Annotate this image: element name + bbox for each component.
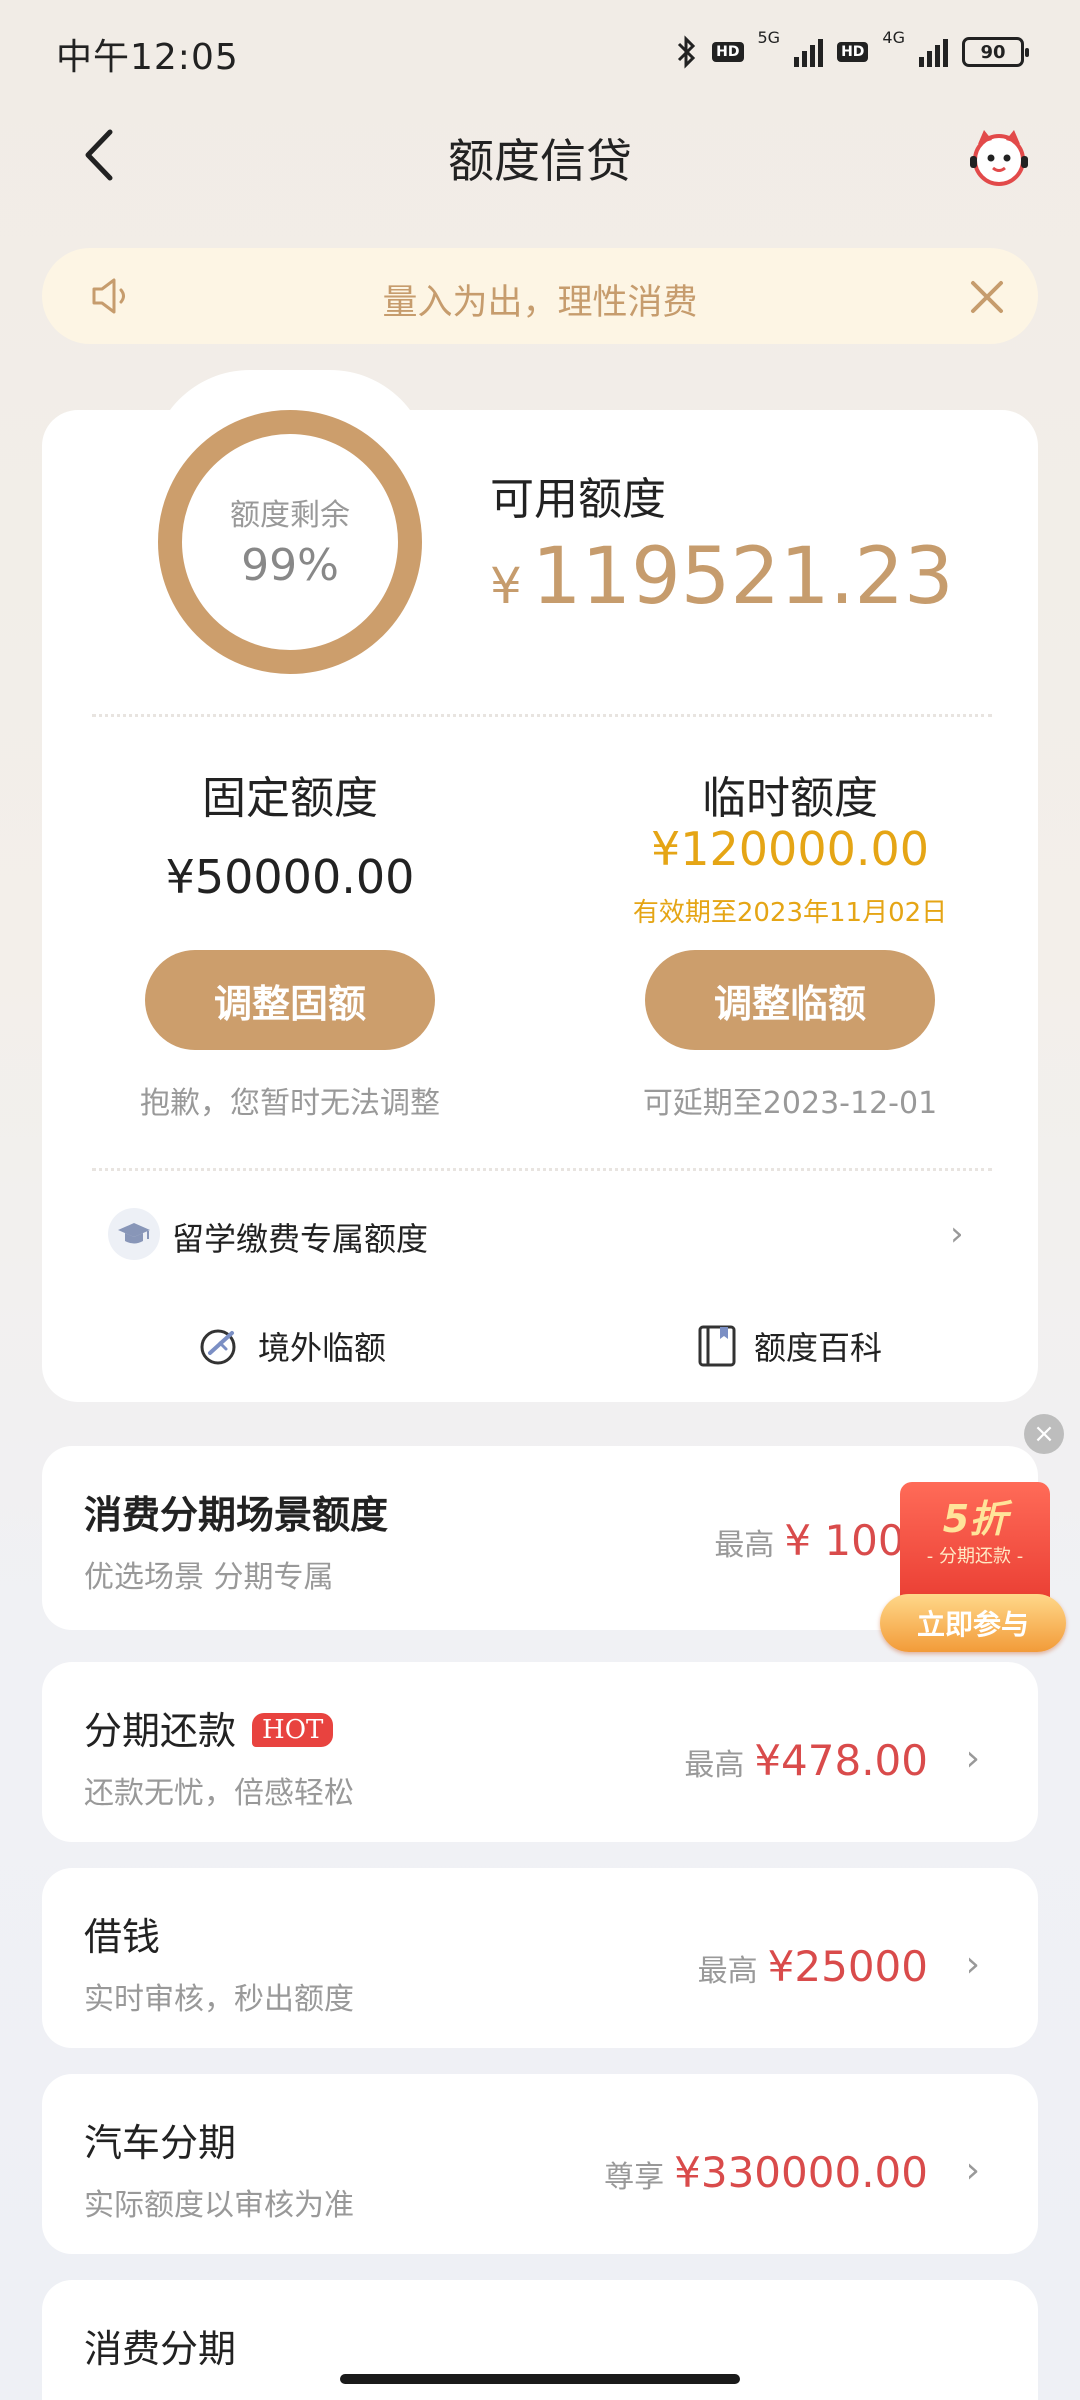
available-amount: 119521.23: [531, 532, 954, 622]
adjust-temporary-credit-button[interactable]: 调整临额: [645, 950, 935, 1050]
available-credit-value: ¥119521.23: [490, 532, 954, 622]
amount-prefix: 最高: [714, 1528, 775, 1563]
amount-value: ¥478.00: [754, 1736, 928, 1785]
study-abroad-credit-label: 留学缴费专属额度: [172, 1220, 429, 1258]
amount-value: ¥330000.00: [674, 2148, 928, 2197]
book-icon: [698, 1325, 736, 1367]
divider: [92, 1168, 992, 1171]
promo-discount: 5折: [942, 1497, 1008, 1541]
customer-service-button[interactable]: [964, 122, 1034, 192]
chevron-right-icon: ›: [965, 1738, 980, 1779]
temporary-credit-note: 可延期至2023-12-01: [642, 1086, 938, 1121]
ring-label: 额度剩余: [230, 498, 350, 533]
customer-service-mascot-icon: [970, 130, 1028, 186]
amount-prefix: 最高: [697, 1954, 758, 1989]
scene-credit-subtitle: 优选场景 分期专属: [84, 1560, 334, 1595]
amount-prefix: 最高: [684, 1748, 745, 1783]
bluetooth-icon: [678, 35, 696, 69]
borrow-money-card[interactable]: 借钱 实时审核，秒出额度 最高 ¥25000 ›: [42, 1868, 1038, 2048]
item-title-text: 分期还款: [84, 1709, 237, 1753]
close-promo-button[interactable]: ×: [1024, 1414, 1064, 1454]
globe-plane-icon: [200, 1329, 236, 1365]
list-item-title: 借钱: [84, 1915, 161, 1959]
hd-badge: HD: [712, 42, 744, 62]
network-4g-label: 4G: [882, 28, 905, 47]
installment-repay-card[interactable]: 分期还款 HOT 还款无忧，倍感轻松 最高 ¥478.00 ›: [42, 1662, 1038, 1842]
fixed-credit-note: 抱歉，您暂时无法调整: [140, 1086, 440, 1121]
ring-percent: 99%: [241, 540, 339, 591]
list-item-title: 消费分期: [84, 2327, 237, 2371]
amount-prefix: 尊享: [604, 2160, 665, 2195]
hot-badge: HOT: [252, 1713, 334, 1747]
signal-icon: [794, 37, 824, 67]
credit-wiki-link[interactable]: 额度百科: [696, 1316, 882, 1376]
overseas-temp-credit-link[interactable]: 境外临额: [196, 1316, 386, 1376]
signal-icon: [919, 37, 948, 67]
chevron-right-icon: ›: [965, 1944, 980, 1985]
chevron-right-icon: ›: [965, 2150, 980, 2191]
network-5g-label: 5G: [757, 28, 781, 47]
fixed-credit-title: 固定额度: [202, 773, 378, 824]
car-installment-card[interactable]: 汽车分期 实际额度以审核为准 尊享 ¥330000.00 ›: [42, 2074, 1038, 2254]
fixed-credit-value: ¥50000.00: [165, 850, 415, 904]
amount-value: ¥25000: [767, 1942, 928, 1991]
list-item-subtitle: 实时审核，秒出额度: [84, 1982, 354, 2017]
battery-icon: 90: [962, 37, 1029, 67]
list-item-amount: 尊享 ¥330000.00: [604, 2148, 928, 2197]
home-indicator[interactable]: [340, 2374, 740, 2384]
list-item-subtitle: 还款无忧，倍感轻松: [84, 1776, 354, 1811]
scene-credit-title: 消费分期场景额度: [84, 1493, 389, 1537]
divider: [92, 714, 992, 717]
temporary-credit-title: 临时额度: [702, 773, 878, 824]
overseas-temp-credit-label: 境外临额: [258, 1329, 387, 1367]
close-icon: ×: [1033, 1419, 1055, 1449]
temporary-credit-validity: 有效期至2023年11月02日: [632, 898, 948, 928]
currency-symbol: ¥: [490, 557, 522, 615]
list-item-amount: 最高 ¥478.00: [684, 1736, 928, 1785]
temporary-credit-value: ¥120000.00: [650, 822, 930, 876]
available-credit-label: 可用额度: [490, 474, 666, 525]
hd-badge: HD: [837, 42, 869, 62]
chevron-right-icon: ›: [950, 1214, 964, 1254]
adjust-fixed-credit-button[interactable]: 调整固额: [145, 950, 435, 1050]
promo-subtitle: - 分期还款 -: [926, 1546, 1024, 1567]
notice-text: 量入为出，理性消费: [382, 283, 698, 323]
credit-wiki-label: 额度百科: [754, 1329, 883, 1367]
list-item-amount: 最高 ¥25000: [698, 1942, 928, 1991]
list-item-title: 分期还款 HOT: [84, 1700, 334, 1755]
page-title: 额度信贷: [448, 134, 632, 188]
status-time: 中午12:05: [56, 37, 239, 78]
status-icons: HD 5G HD 4G 90: [676, 28, 1029, 76]
close-notice-button[interactable]: [962, 272, 1012, 322]
promo-join-button[interactable]: 立即参与: [880, 1594, 1066, 1652]
list-item-subtitle: 实际额度以审核为准: [84, 2188, 354, 2223]
list-item-title: 汽车分期: [84, 2121, 237, 2165]
close-icon: [971, 281, 1003, 313]
graduation-cap-icon: [108, 1208, 160, 1260]
